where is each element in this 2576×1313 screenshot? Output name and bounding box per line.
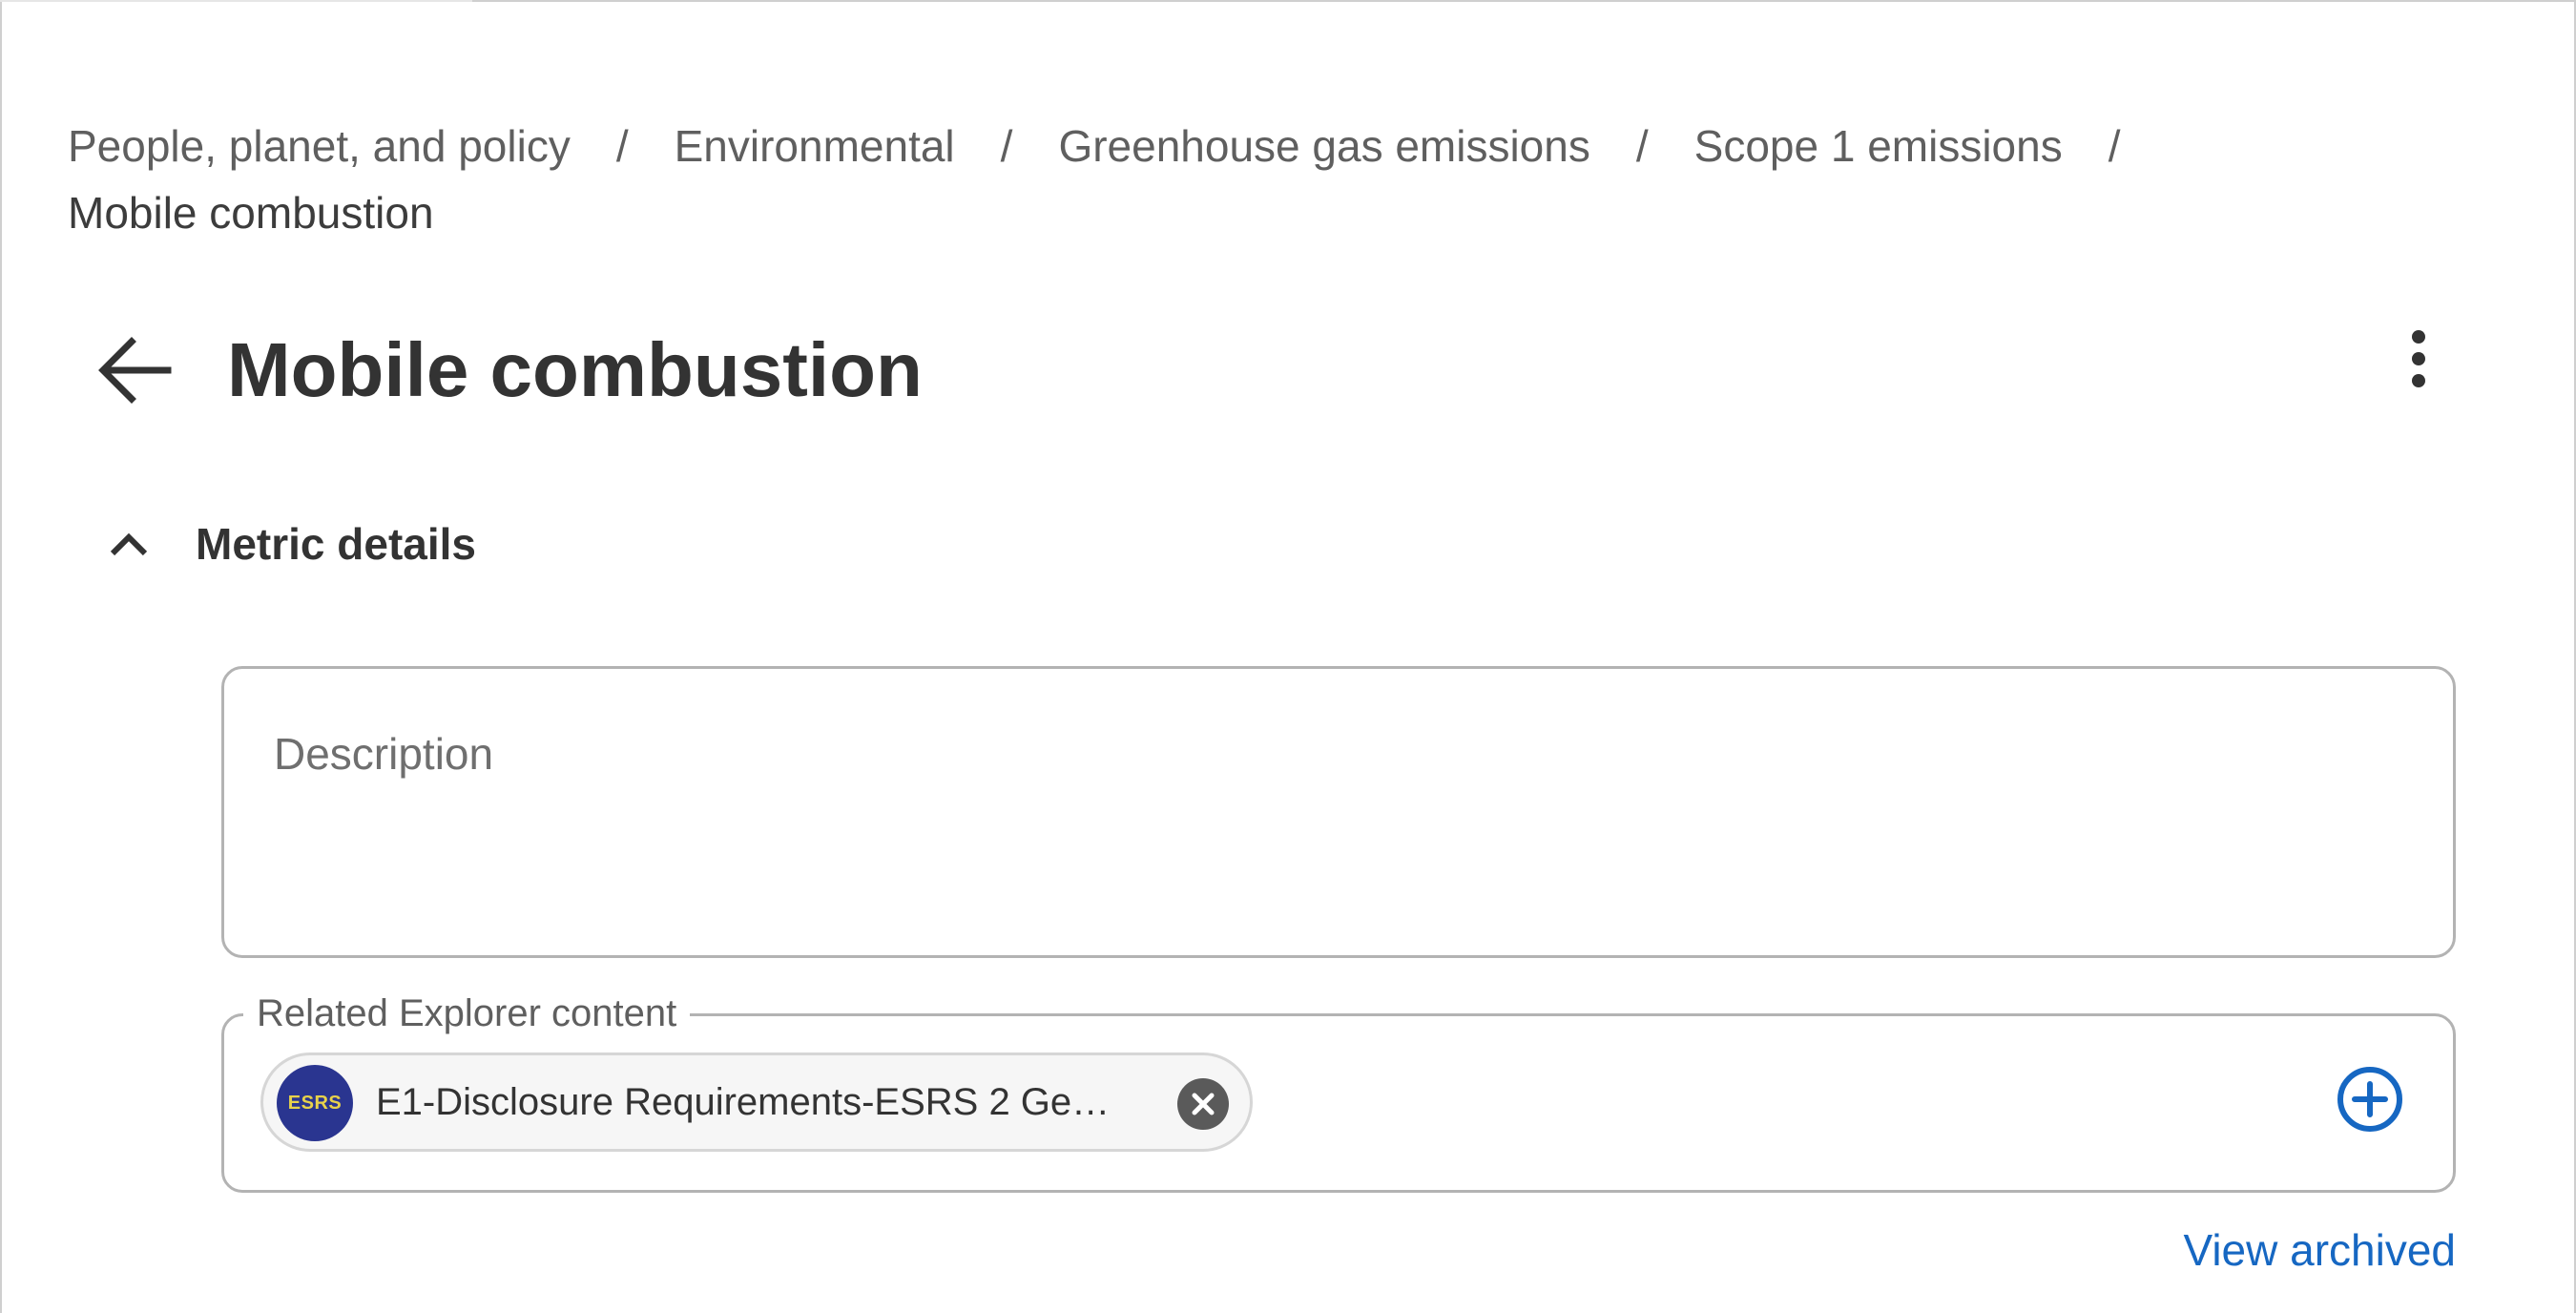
breadcrumb-separator: / xyxy=(2108,121,2121,171)
breadcrumb-separator: / xyxy=(1000,121,1013,171)
section-title-metric-details[interactable]: Metric details xyxy=(196,515,476,573)
description-field[interactable] xyxy=(221,666,2456,958)
breadcrumb-item-environmental[interactable]: Environmental xyxy=(675,121,955,171)
top-strip xyxy=(0,0,472,2)
more-vertical-icon xyxy=(2412,330,2425,387)
add-related-content-button[interactable] xyxy=(2337,1066,2403,1133)
breadcrumb-item-greenhouse-gas-emissions[interactable]: Greenhouse gas emissions xyxy=(1058,121,1589,171)
plus-circle-icon xyxy=(2337,1067,2402,1132)
breadcrumb-current: Mobile combustion xyxy=(68,188,434,238)
breadcrumb-row: People, planet, and policy / Environmental… xyxy=(68,113,2453,179)
chip-label: E1-Disclosure Requirements-ESRS 2 Genera… xyxy=(376,1081,1130,1123)
breadcrumb-separator: / xyxy=(615,121,629,171)
close-circle-icon xyxy=(1177,1078,1229,1130)
more-options-button[interactable] xyxy=(2395,324,2442,393)
related-explorer-content-field: Related Explorer content ESRS E1-Disclos… xyxy=(221,990,2456,1193)
page-title: Mobile combustion xyxy=(227,327,923,412)
breadcrumb-item-scope-1-emissions[interactable]: Scope 1 emissions xyxy=(1694,121,2063,171)
related-content-chip[interactable]: ESRS E1-Disclosure Requirements-ESRS 2 G… xyxy=(260,1052,1253,1152)
breadcrumb-separator: / xyxy=(1635,121,1649,171)
view-archived-link[interactable]: View archived xyxy=(2183,1221,2456,1279)
back-button[interactable] xyxy=(92,329,179,411)
chevron-up-icon xyxy=(110,532,148,556)
esrs-avatar: ESRS xyxy=(277,1065,353,1141)
description-input[interactable] xyxy=(272,726,2375,921)
chip-remove-button[interactable] xyxy=(1177,1078,1229,1130)
related-explorer-content-label: Related Explorer content xyxy=(243,990,691,1037)
breadcrumb-item-people-planet-policy[interactable]: People, planet, and policy xyxy=(68,121,571,171)
section-collapse-toggle[interactable] xyxy=(105,520,153,568)
arrow-left-icon xyxy=(98,337,172,404)
breadcrumb: People, planet, and policy / Environmental… xyxy=(68,113,2453,246)
